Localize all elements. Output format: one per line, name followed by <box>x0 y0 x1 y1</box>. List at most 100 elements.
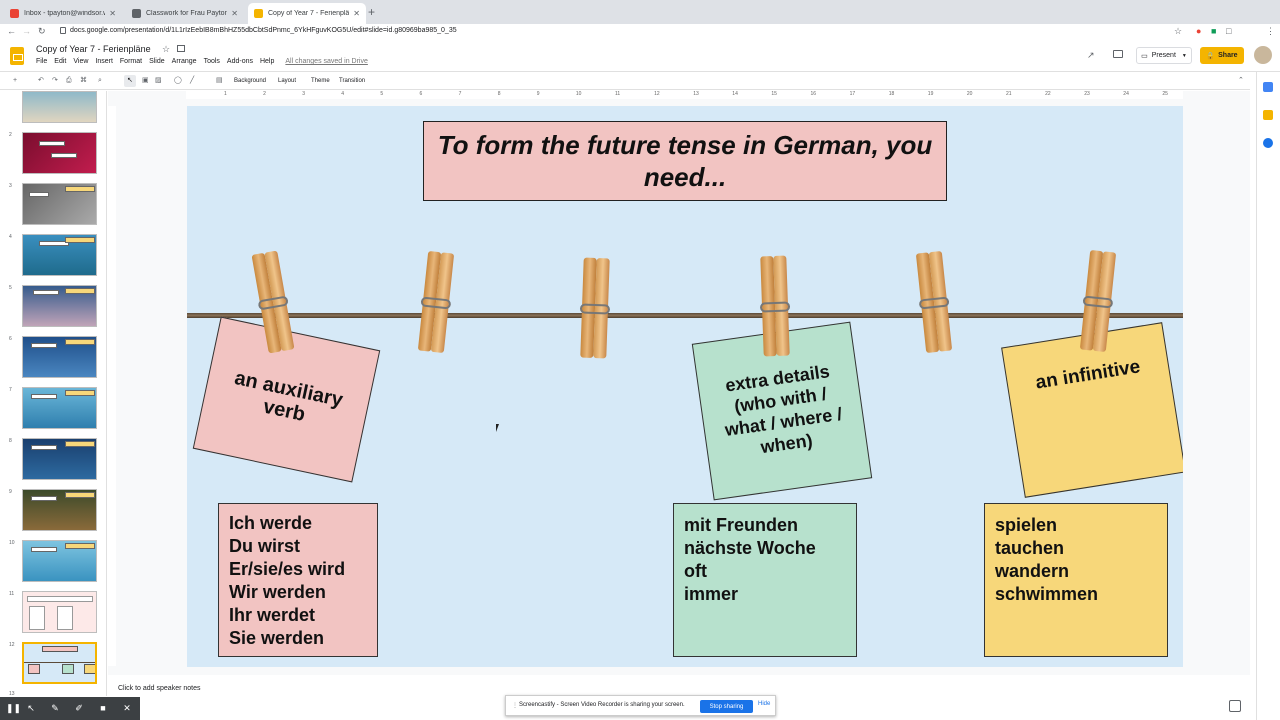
menu-view[interactable]: View <box>73 58 88 65</box>
ruler-number: 11 <box>615 91 621 97</box>
activity-trend-icon[interactable]: ↗ <box>1087 50 1095 61</box>
zoom-icon[interactable]: ⌕ <box>98 76 102 86</box>
slide-thumbnail[interactable] <box>22 132 97 174</box>
undo-icon[interactable]: ↶ <box>38 76 44 86</box>
chevron-down-icon[interactable]: ▼ <box>1182 53 1187 59</box>
classroom-icon <box>132 9 141 18</box>
ruler-number: 14 <box>732 91 738 97</box>
list-item: immer <box>684 584 739 604</box>
calendar-icon[interactable] <box>1263 82 1273 92</box>
chevron-up-icon[interactable]: ⌃ <box>1238 76 1244 86</box>
ruler-number: 18 <box>888 91 895 97</box>
cursor-icon[interactable]: ↖ <box>26 703 36 713</box>
pen-icon[interactable]: ✎ <box>50 703 60 713</box>
cursor-icon: ↖ <box>127 77 133 84</box>
slide-thumbnail[interactable] <box>22 336 97 378</box>
drag-handle-icon[interactable]: ⋮ <box>512 702 518 709</box>
tab-gmail[interactable]: Inbox - tpayton@windsor.wind... ✕ <box>4 3 122 24</box>
slide-thumbnail[interactable] <box>22 438 97 480</box>
explore-icon[interactable] <box>1229 700 1241 712</box>
close-icon[interactable]: ✕ <box>122 703 132 713</box>
clothespeg-icon <box>417 250 455 354</box>
slides-logo-icon[interactable] <box>10 47 24 65</box>
comment-add-icon[interactable]: ▤ <box>216 76 223 86</box>
close-icon[interactable]: ✕ <box>231 9 238 18</box>
background-button[interactable]: Background <box>234 76 266 86</box>
close-icon[interactable]: ✕ <box>353 9 360 18</box>
list-extra-details[interactable]: mit Freunden nächste Woche oft immer <box>673 503 857 657</box>
slide-thumbnail-selected[interactable] <box>22 642 97 684</box>
text-box-icon[interactable]: ▣ <box>142 76 149 86</box>
shape-icon[interactable]: ◯ <box>174 76 182 86</box>
redo-icon[interactable]: ↷ <box>52 76 58 86</box>
slide-thumbnail[interactable] <box>22 183 97 225</box>
menu-insert[interactable]: Insert <box>95 58 113 65</box>
pause-icon[interactable]: ❚❚ <box>6 703 21 713</box>
vertical-ruler <box>108 106 116 666</box>
keep-icon[interactable] <box>1263 110 1273 120</box>
extension-icon[interactable]: ■ <box>1211 24 1216 38</box>
tab-classroom[interactable]: Classwork for Frau Payton 7L... ✕ <box>126 3 244 24</box>
print-icon[interactable]: ⎙ <box>66 76 72 86</box>
layout-button[interactable]: Layout <box>278 76 296 86</box>
list-werden-forms[interactable]: Ich werde Du wirst Er/sie/es wird Wir we… <box>218 503 378 657</box>
stop-sharing-button[interactable]: Stop sharing <box>700 700 753 713</box>
present-button[interactable]: ▭ Present ▼ <box>1136 47 1192 64</box>
highlighter-icon[interactable]: ✐ <box>74 703 84 713</box>
new-tab-button[interactable]: + <box>368 5 375 19</box>
saved-status[interactable]: All changes saved in Drive <box>285 58 368 65</box>
speaker-notes[interactable]: Click to add speaker notes <box>108 682 1250 696</box>
list-infinitives[interactable]: spielen tauchen wandern schwimmen <box>984 503 1168 657</box>
image-icon[interactable]: ▨ <box>155 76 162 86</box>
slide-canvas[interactable]: To form the future tense in German, you … <box>187 106 1183 667</box>
extension-icon[interactable]: □ <box>1226 24 1231 38</box>
forward-icon[interactable]: → <box>22 24 31 38</box>
menu-slide[interactable]: Slide <box>149 58 165 65</box>
line-icon[interactable]: ╱ <box>190 76 194 86</box>
star-icon[interactable]: ☆ <box>162 44 170 55</box>
new-slide-icon[interactable]: + <box>13 76 17 86</box>
camera-icon[interactable]: ■ <box>98 703 108 713</box>
hide-button[interactable]: Hide <box>758 701 770 707</box>
menu-edit[interactable]: Edit <box>54 58 66 65</box>
theme-button[interactable]: Theme <box>311 76 330 86</box>
menu-addons[interactable]: Add-ons <box>227 58 253 65</box>
horizontal-ruler: 1 2 3 4 5 6 7 8 9 10 11 12 13 14 15 16 17 18 19 20 21 22 23 24 2… <box>186 91 1183 99</box>
slide-thumbnail[interactable] <box>22 234 97 276</box>
recorder-toolbar: ❚❚ ↖ ✎ ✐ ■ ✕ <box>0 697 140 720</box>
list-item: Wir werden <box>229 582 326 602</box>
slide-thumbnail[interactable] <box>22 540 97 582</box>
transition-button[interactable]: Transition <box>339 76 365 86</box>
slide-thumbnail[interactable] <box>22 489 97 531</box>
lock-icon <box>60 27 66 34</box>
bookmark-star-icon[interactable]: ☆ <box>1174 24 1182 38</box>
slide-thumbnail[interactable] <box>22 285 97 327</box>
menu-help[interactable]: Help <box>260 58 274 65</box>
menu-format[interactable]: Format <box>120 58 142 65</box>
list-item: Du wirst <box>229 536 301 556</box>
reload-icon[interactable]: ↻ <box>38 24 46 38</box>
folder-icon[interactable] <box>177 45 185 52</box>
menu-arrange[interactable]: Arrange <box>172 58 197 65</box>
close-icon[interactable]: ✕ <box>109 9 116 18</box>
slide-thumbnail[interactable] <box>22 91 97 123</box>
avatar[interactable] <box>1254 46 1272 64</box>
tasks-icon[interactable] <box>1263 138 1273 148</box>
comment-icon[interactable] <box>1113 50 1123 58</box>
share-button[interactable]: 🔒 Share <box>1200 47 1244 64</box>
url-field[interactable]: docs.google.com/presentation/d/1L1rIzEeb… <box>70 24 457 38</box>
slide-thumbnail[interactable] <box>22 591 97 633</box>
document-title[interactable]: Copy of Year 7 - Ferienpläne <box>36 44 151 54</box>
slide-thumbnail[interactable] <box>22 387 97 429</box>
gmail-icon <box>10 9 19 18</box>
menu-bar: File Edit View Insert Format Slide Arran… <box>36 58 375 65</box>
extension-record-icon[interactable]: ● <box>1196 24 1201 38</box>
browser-menu-icon[interactable]: ⋮ <box>1266 24 1275 38</box>
menu-file[interactable]: File <box>36 58 47 65</box>
tab-slides[interactable]: Copy of Year 7 - Ferienpläne -... ✕ <box>248 3 366 24</box>
list-item: wandern <box>995 561 1070 581</box>
slide-title[interactable]: To form the future tense in German, you … <box>423 121 947 201</box>
menu-tools[interactable]: Tools <box>204 58 220 65</box>
back-icon[interactable]: ← <box>7 24 16 38</box>
paint-format-icon[interactable]: ⌘ <box>80 76 87 86</box>
